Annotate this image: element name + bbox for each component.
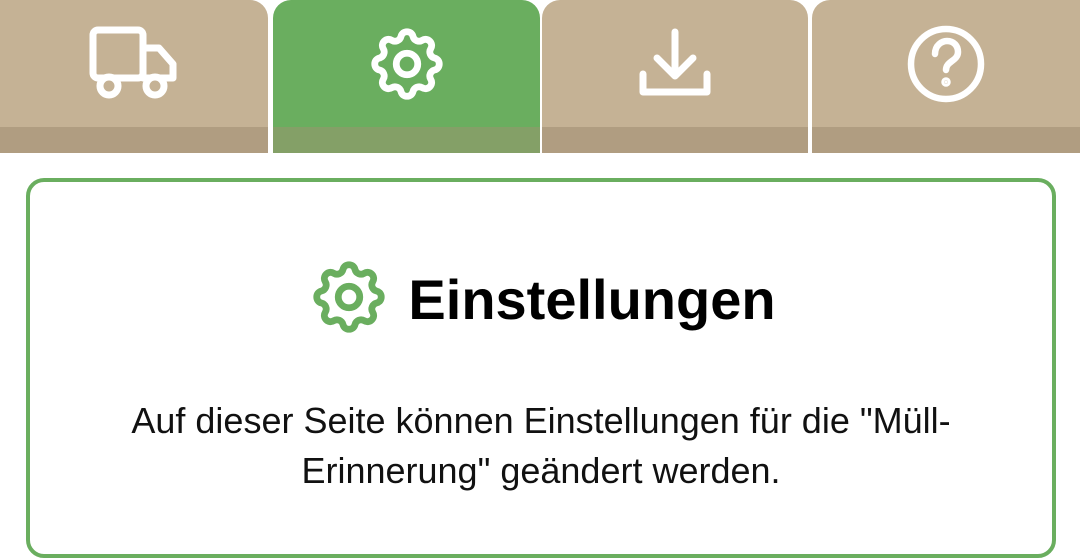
tab-lip bbox=[542, 127, 808, 153]
page-title: Einstellungen bbox=[408, 268, 776, 331]
tab-transport[interactable] bbox=[0, 0, 268, 153]
tab-lip bbox=[812, 127, 1080, 153]
settings-card: Einstellungen Auf dieser Seite können Ei… bbox=[26, 178, 1056, 558]
page-description: Auf dieser Seite können Einstellungen fü… bbox=[131, 400, 951, 491]
truck-icon bbox=[89, 26, 179, 102]
tab-bar bbox=[0, 0, 1080, 153]
card-header: Einstellungen bbox=[30, 254, 1052, 345]
tab-download[interactable] bbox=[542, 0, 808, 153]
gear-icon bbox=[306, 254, 392, 345]
tab-help[interactable] bbox=[812, 0, 1080, 153]
gear-icon bbox=[364, 21, 450, 107]
tab-lip bbox=[0, 127, 268, 153]
tab-settings[interactable] bbox=[273, 0, 540, 153]
download-icon bbox=[637, 26, 713, 102]
help-circle-icon bbox=[906, 24, 986, 104]
tab-lip bbox=[273, 127, 540, 153]
